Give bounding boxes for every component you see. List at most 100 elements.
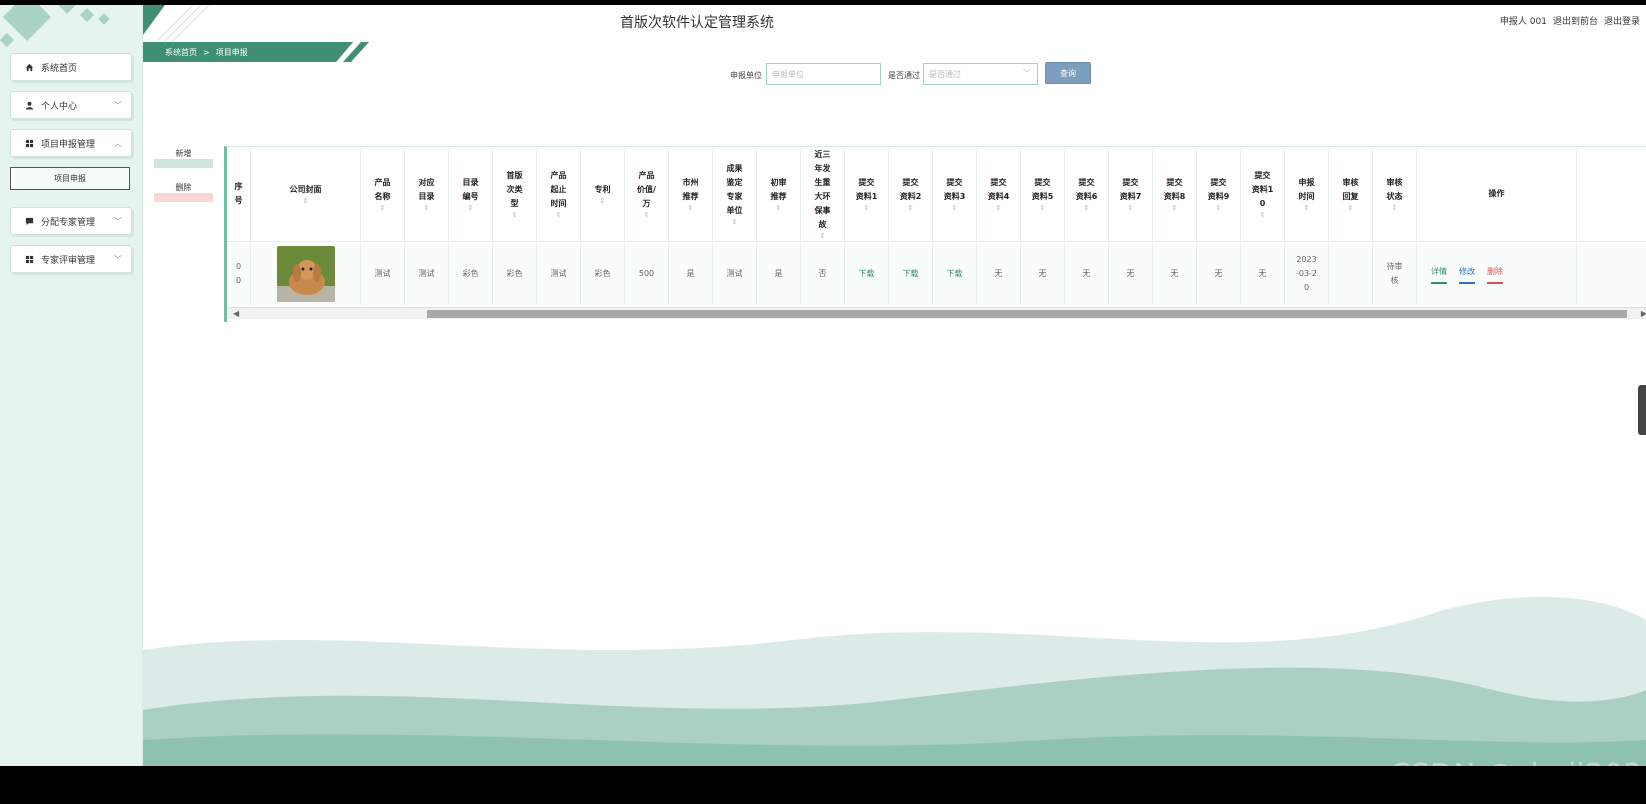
cell-value: 测试 [418,269,435,278]
sort-icon[interactable]: ⇕ [1084,204,1090,213]
table-cell: 无 [1153,243,1197,305]
sidebar-subitem-project-declare[interactable]: 项目申报 [10,167,130,190]
column-header[interactable]: 提交 资料6 ⇕ [1065,147,1109,241]
cell-value: 否 [818,269,827,278]
user-links: 申报人 001 退出到前台 退出登录 [1500,14,1640,27]
sidebar-item-home[interactable]: 系统首页 [10,53,132,81]
column-header[interactable]: 成果 鉴定 专家 单位 ⇕ [713,147,757,241]
sort-icon[interactable]: ⇕ [688,204,694,213]
sort-icon[interactable]: ⇕ [512,211,518,220]
sort-icon[interactable]: ⇕ [1172,204,1178,213]
sort-icon[interactable]: ⇕ [820,232,826,241]
column-header-label: 产品 [550,170,567,180]
column-header-label: 价值/ [637,184,656,194]
query-button[interactable]: 查询 [1045,62,1091,84]
column-header-label: 故 [818,219,827,229]
sort-icon[interactable]: ⇕ [1040,204,1046,213]
delete-button[interactable]: 删除 [154,182,213,202]
scroll-left-icon[interactable]: ◀ [233,309,239,318]
column-header[interactable]: 产品 起止 时间 ⇕ [537,147,581,241]
sort-icon[interactable]: ⇕ [380,204,386,213]
sidebar-item-project-management[interactable]: 项目申报管理 ︿ [10,129,132,157]
download-link[interactable]: 下载 [859,267,875,281]
sort-icon[interactable]: ⇕ [908,204,914,213]
column-header-label: 时间 [550,198,567,208]
column-header[interactable]: 提交 资料1 ⇕ [845,147,889,241]
sort-icon[interactable]: ⇕ [1348,204,1354,213]
cell-value: 无 [1082,269,1091,278]
column-header[interactable]: 首版 次类型 ⇕ [493,147,537,241]
sort-icon[interactable]: ⇕ [468,204,474,213]
unit-label: 申报单位 [730,71,762,80]
edit-button[interactable]: 修改 [1459,265,1475,284]
scroll-right-icon[interactable]: ▶ [1641,309,1646,318]
column-header[interactable]: 提交 资料9 ⇕ [1197,147,1241,241]
column-header[interactable]: 近三 年发 生重 大环 保事故 ⇕ [801,147,845,241]
unit-search-input[interactable]: 申报单位 [766,63,881,85]
column-header[interactable]: 审核 状态 ⇕ [1373,147,1417,241]
add-button[interactable]: 新增 [154,148,213,168]
sort-icon[interactable]: ⇕ [556,211,562,220]
delete-button[interactable]: 删除 [1487,265,1503,284]
sidebar-item-assign-experts[interactable]: 分配专家管理 ﹀ [10,207,132,235]
table-cell: 是 [757,243,801,305]
column-header-label: 提交 [990,177,1007,187]
sort-icon[interactable]: ⇕ [600,197,606,206]
table-cell [1329,243,1373,305]
sort-icon[interactable]: ⇕ [996,204,1002,213]
column-header[interactable]: 提交 资料5 ⇕ [1021,147,1065,241]
download-link[interactable]: 下载 [947,267,963,281]
column-header[interactable]: 提交 资料4 ⇕ [977,147,1021,241]
cell-value: 测试 [550,269,567,278]
column-header[interactable]: 提交 资料2 ⇕ [889,147,933,241]
horizontal-scrollbar[interactable]: ◀ ▶ [227,307,1646,319]
company-cover-image[interactable] [276,246,335,302]
download-link[interactable]: 下载 [903,267,919,281]
column-header[interactable]: 提交 资料3 ⇕ [933,147,977,241]
sort-icon[interactable]: ⇕ [1260,211,1266,220]
column-header[interactable]: 序号 [227,147,251,241]
sort-icon[interactable]: ⇕ [1392,204,1398,213]
sort-icon[interactable]: ⇕ [424,204,430,213]
pass-select[interactable]: 是否通过 ﹀ [923,63,1038,85]
column-header[interactable]: 产品 名称 ⇕ [361,147,405,241]
sort-icon[interactable]: ⇕ [864,204,870,213]
column-header[interactable]: 目录 编号 ⇕ [449,147,493,241]
sort-icon[interactable]: ⇕ [1304,204,1310,213]
column-header[interactable]: 对应 目录 ⇕ [405,147,449,241]
sort-icon[interactable]: ⇕ [1128,204,1134,213]
column-header[interactable]: 申报 时间 ⇕ [1285,147,1329,241]
column-header[interactable]: 初审 推荐 ⇕ [757,147,801,241]
table-cell: 下载 [933,243,977,305]
logout-link[interactable]: 退出登录 [1604,14,1640,27]
detail-button[interactable]: 详情 [1431,265,1447,284]
sort-icon[interactable]: ⇕ [644,211,650,220]
column-header[interactable]: 提交 资料8 ⇕ [1153,147,1197,241]
sidebar-item-expert-review[interactable]: 专家评审管理 ﹀ [10,245,132,273]
column-header[interactable]: 审核 回复 ⇕ [1329,147,1373,241]
sort-icon[interactable]: ⇕ [732,218,738,227]
column-header[interactable]: 专利 ⇕ [581,147,625,241]
sidebar-item-label: 个人中心 [41,101,78,112]
column-header[interactable]: 公司封面 ⇕ [251,147,361,241]
column-header-label: 资料1 [855,191,878,201]
column-header[interactable]: 市州 推荐 ⇕ [669,147,713,241]
unit-placeholder: 申报单位 [772,69,804,79]
back-to-frontend-link[interactable]: 退出到前台 [1553,14,1598,27]
sort-icon[interactable]: ⇕ [776,204,782,213]
sidebar-item-personal-center[interactable]: 个人中心 ﹀ [10,91,132,119]
cell-value: 测试 [726,269,743,278]
bottom-black-bar [0,766,1646,804]
sort-icon[interactable]: ⇕ [1216,204,1222,213]
scrollbar-thumb[interactable] [427,310,1627,318]
column-header[interactable]: 提交 资料1 0 ⇕ [1241,147,1285,241]
sort-icon[interactable]: ⇕ [952,204,958,213]
column-header[interactable]: 提交 资料7 ⇕ [1109,147,1153,241]
chevron-down-icon: ﹀ [114,255,122,264]
sort-icon[interactable]: ⇕ [303,197,309,206]
breadcrumb-home[interactable]: 系统首页 [165,47,197,58]
column-header-label: 资料7 [1119,191,1142,201]
column-header[interactable]: 产品 价值/万 ⇕ [625,147,669,241]
right-edge-tab[interactable] [1638,385,1646,435]
column-header-label: 生重 [814,177,831,187]
